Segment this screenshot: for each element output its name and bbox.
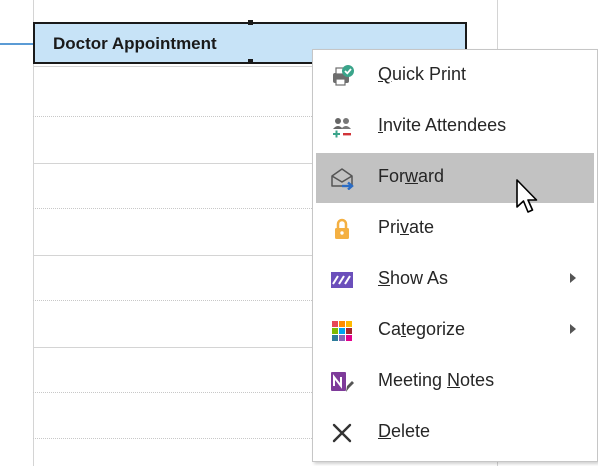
onenote-icon bbox=[331, 372, 354, 392]
submenu-arrow-icon bbox=[570, 273, 576, 283]
menu-item-0[interactable]: Quick Print bbox=[316, 51, 594, 101]
menu-item-label: Quick Print bbox=[378, 64, 467, 84]
menu-item-4[interactable]: Show As bbox=[316, 255, 594, 305]
mouse-pointer-icon bbox=[516, 179, 538, 213]
menu-item-label: Meeting Notes bbox=[378, 370, 495, 390]
quick-print-icon bbox=[333, 65, 354, 86]
menu-item-label: Show As bbox=[378, 268, 449, 288]
resize-handle-bottom[interactable] bbox=[248, 59, 253, 64]
invite-attendees-icon bbox=[333, 118, 351, 138]
current-time-indicator bbox=[0, 43, 33, 45]
submenu-arrow-icon bbox=[570, 324, 576, 334]
menu-item-label: Categorize bbox=[378, 319, 466, 339]
lock-icon bbox=[335, 218, 349, 239]
menu-item-label: Invite Attendees bbox=[378, 115, 507, 135]
grid-divider bbox=[33, 0, 34, 466]
menu-item-label: Forward bbox=[378, 166, 445, 186]
menu-item-7[interactable]: Delete bbox=[316, 408, 594, 458]
resize-handle-top[interactable] bbox=[248, 20, 253, 25]
menu-item-label: Delete bbox=[378, 421, 431, 441]
menu-item-6[interactable]: Meeting Notes bbox=[316, 357, 594, 407]
appointment-title: Doctor Appointment bbox=[53, 34, 217, 53]
delete-icon bbox=[332, 423, 352, 443]
menu-item-1[interactable]: Invite Attendees bbox=[316, 102, 594, 152]
menu-item-label: Private bbox=[378, 217, 435, 237]
menu-item-5[interactable]: Categorize bbox=[316, 306, 594, 356]
forward-icon bbox=[331, 168, 354, 190]
show-as-icon bbox=[331, 272, 353, 288]
context-menu: Quick Print Invite Attendees Forward Privat… bbox=[312, 49, 598, 462]
menu-item-2[interactable]: Forward bbox=[316, 153, 594, 203]
menu-item-3[interactable]: Private bbox=[316, 204, 594, 254]
categorize-icon bbox=[332, 321, 352, 341]
